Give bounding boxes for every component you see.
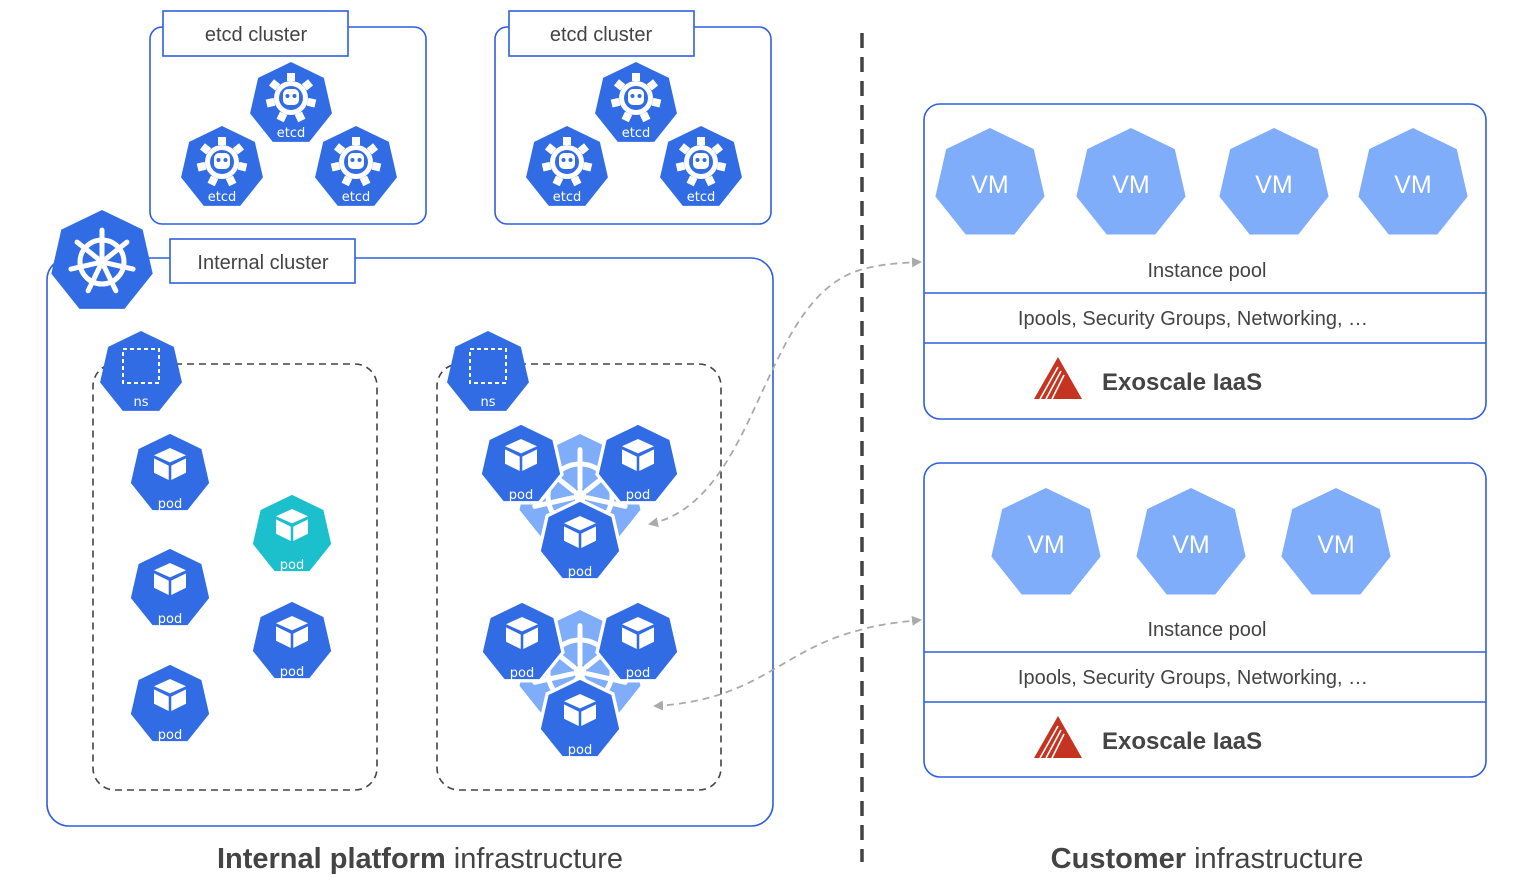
exoscale-logo-icon <box>1034 716 1082 759</box>
icon-label: pod <box>510 666 534 681</box>
vm-icon: VM <box>1076 128 1186 235</box>
icon-label: pod <box>280 558 304 573</box>
etcd-cluster-1: etcd cluster etcd etcd etcd <box>149 10 427 225</box>
vm-icon: VM <box>935 128 1045 235</box>
vm-icon: VM <box>1219 128 1329 235</box>
icon-label: etcd <box>687 190 716 205</box>
icon-label: pod <box>280 665 304 680</box>
control-plane-group-1: pod pod pod <box>480 423 679 580</box>
instance-pool-label: Instance pool <box>1148 619 1267 641</box>
pod-icon: pod <box>597 423 679 503</box>
icon-label: ns <box>133 395 148 410</box>
internal-cluster: Internal cluster ns pod pod pod pod pod … <box>46 210 774 827</box>
etcd-cluster-title: etcd cluster <box>550 24 653 46</box>
pod-icon: pod <box>129 547 211 627</box>
icon-label: pod <box>158 497 182 512</box>
etcd-node: etcd <box>250 62 332 142</box>
pod-icon-highlighted: pod <box>251 493 333 573</box>
namespace-1: ns pod pod pod pod pod <box>92 331 378 791</box>
pod-icon: pod <box>597 601 679 681</box>
icon-label: etcd <box>208 190 237 205</box>
namespace-icon: ns <box>100 331 182 411</box>
instance-pool-label: Instance pool <box>1148 260 1267 282</box>
vm-icon: VM <box>1281 488 1391 595</box>
icon-label: VM <box>1172 531 1210 559</box>
icon-label: VM <box>1255 171 1293 199</box>
icon-label: pod <box>509 488 533 503</box>
internal-infrastructure-caption: Internal platform infrastructure <box>217 843 623 875</box>
pod-icon: pod <box>129 663 211 743</box>
customer-pool-1: VM VM VM VM Instance pool Ipools, Securi… <box>923 103 1487 420</box>
customer-pool-2: VM VM VM Instance pool Ipools, Security … <box>923 462 1487 778</box>
etcd-cluster-title: etcd cluster <box>205 24 308 46</box>
namespace-icon: ns <box>447 331 529 411</box>
etcd-cluster-2: etcd cluster etcd etcd etcd <box>494 10 772 225</box>
pod-icon: pod <box>539 500 621 580</box>
internal-cluster-title: Internal cluster <box>197 252 329 274</box>
architecture-diagram: etcd cluster etcd etcd etcd etcd cluster… <box>46 10 1487 875</box>
pod-icon: pod <box>129 432 211 512</box>
icon-label: pod <box>568 743 592 758</box>
icon-label: etcd <box>553 190 582 205</box>
namespace-2: ns pod pod pod pod pod pod <box>436 331 722 791</box>
icon-label: VM <box>1317 531 1355 559</box>
icon-label: pod <box>626 666 650 681</box>
provider-label: Exoscale IaaS <box>1102 369 1262 396</box>
etcd-node: etcd <box>181 126 263 206</box>
provider-label: Exoscale IaaS <box>1102 728 1262 755</box>
icon-label: pod <box>158 612 182 627</box>
etcd-node: etcd <box>315 126 397 206</box>
etcd-node: etcd <box>595 62 677 142</box>
resources-label: Ipools, Security Groups, Networking, … <box>1018 308 1368 330</box>
icon-label: ns <box>480 395 495 410</box>
pod-icon: pod <box>480 423 562 503</box>
etcd-node: etcd <box>526 126 608 206</box>
icon-label: etcd <box>277 126 306 141</box>
icon-label: pod <box>568 565 592 580</box>
etcd-node: etcd <box>660 126 742 206</box>
pod-icon: pod <box>251 600 333 680</box>
icon-label: pod <box>626 488 650 503</box>
control-plane-group-2: pod pod pod <box>481 601 679 758</box>
pod-icon: pod <box>481 601 563 681</box>
icon-label: VM <box>1112 171 1150 199</box>
resources-label: Ipools, Security Groups, Networking, … <box>1018 667 1368 689</box>
icon-label: VM <box>1394 171 1432 199</box>
vm-icon: VM <box>991 488 1101 595</box>
icon-label: pod <box>158 728 182 743</box>
vm-icon: VM <box>1358 128 1468 235</box>
connection-arrow-1 <box>648 257 922 528</box>
connection-arrow-2 <box>653 615 922 711</box>
icon-label: etcd <box>342 190 371 205</box>
vm-icon: VM <box>1136 488 1246 595</box>
kubernetes-helm-icon <box>51 210 153 309</box>
pod-icon: pod <box>539 678 621 758</box>
exoscale-logo-icon <box>1034 357 1082 400</box>
icon-label: VM <box>971 171 1009 199</box>
icon-label: VM <box>1027 531 1065 559</box>
icon-label: etcd <box>622 126 651 141</box>
customer-infrastructure-caption: Customer infrastructure <box>1051 843 1364 875</box>
